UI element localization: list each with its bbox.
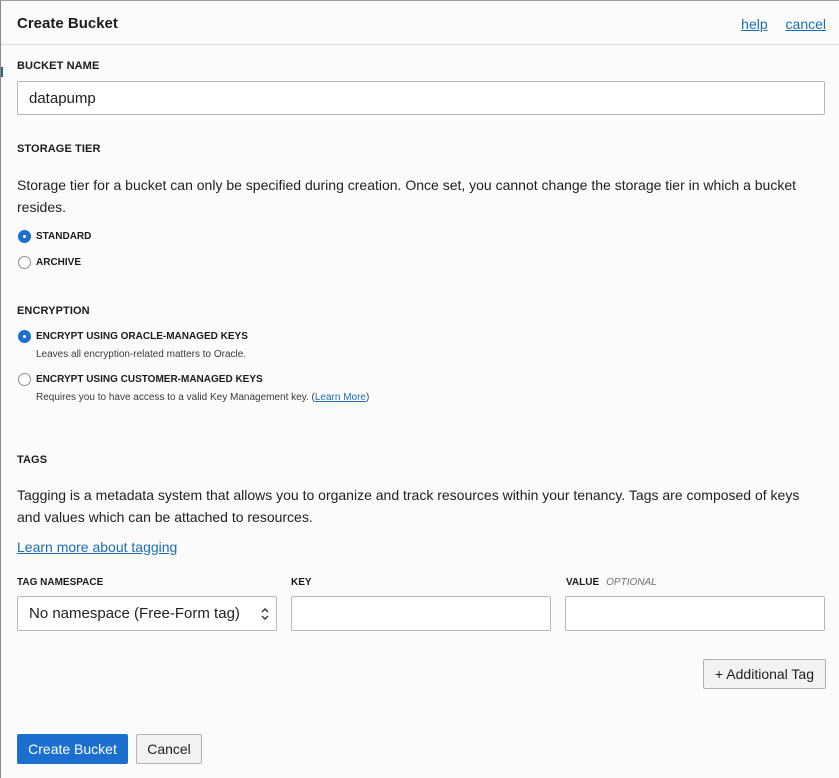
storage-tier-label: STORAGE TIER	[17, 143, 101, 155]
customer-keys-description: Requires you to have access to a valid K…	[36, 392, 369, 403]
header-links: help cancel	[727, 16, 826, 32]
archive-label: ARCHIVE	[36, 257, 82, 268]
radio-archive[interactable]	[18, 256, 31, 269]
tag-value-label: VALUE OPTIONAL	[566, 577, 657, 588]
tag-value-label-text: VALUE	[566, 577, 600, 588]
customer-keys-description-end: )	[366, 392, 370, 403]
tag-namespace-selected: No namespace (Free-Form tag)	[29, 605, 240, 622]
tag-namespace-select[interactable]: No namespace (Free-Form tag)	[17, 596, 277, 631]
create-bucket-panel: Create Bucket help cancel BUCKET NAME ST…	[0, 0, 839, 778]
tag-key-label: KEY	[291, 577, 312, 588]
panel-header: Create Bucket help cancel	[1, 1, 839, 45]
select-chevron-icon	[261, 608, 269, 620]
tag-value-input[interactable]	[565, 596, 825, 631]
tag-namespace-label: TAG NAMESPACE	[17, 577, 104, 588]
customer-keys-label: ENCRYPT USING CUSTOMER-MANAGED KEYS	[36, 374, 263, 385]
learn-more-link[interactable]: Learn More	[315, 392, 366, 403]
standard-label: STANDARD	[36, 231, 92, 242]
help-link[interactable]: help	[741, 16, 767, 32]
optional-label: OPTIONAL	[606, 577, 657, 588]
oracle-keys-description: Leaves all encryption-related matters to…	[36, 349, 247, 360]
cancel-link[interactable]: cancel	[786, 16, 826, 32]
radio-standard[interactable]	[18, 230, 31, 243]
encryption-oracle-option[interactable]: ENCRYPT USING ORACLE-MANAGED KEYS	[18, 330, 248, 343]
tags-label: TAGS	[17, 454, 48, 466]
panel-title: Create Bucket	[17, 15, 118, 32]
additional-tag-button[interactable]: + Additional Tag	[703, 659, 826, 689]
tag-key-input[interactable]	[291, 596, 551, 631]
radio-oracle-keys[interactable]	[18, 330, 31, 343]
storage-tier-archive-option[interactable]: ARCHIVE	[18, 256, 81, 269]
cancel-button[interactable]: Cancel	[136, 734, 202, 764]
customer-keys-description-text: Requires you to have access to a valid K…	[36, 392, 315, 403]
bucket-name-input[interactable]	[17, 81, 825, 115]
radio-customer-keys[interactable]	[18, 373, 31, 386]
bucket-name-label: BUCKET NAME	[17, 60, 100, 72]
oracle-keys-label: ENCRYPT USING ORACLE-MANAGED KEYS	[36, 331, 248, 342]
encryption-label: ENCRYPTION	[17, 305, 90, 317]
tags-description: Tagging is a metadata system that allows…	[17, 487, 800, 525]
learn-more-tagging-link[interactable]: Learn more about tagging	[17, 539, 177, 555]
encryption-customer-option[interactable]: ENCRYPT USING CUSTOMER-MANAGED KEYS	[18, 373, 263, 386]
create-bucket-button[interactable]: Create Bucket	[17, 734, 128, 764]
storage-tier-description: Storage tier for a bucket can only be sp…	[17, 177, 797, 215]
storage-tier-standard-option[interactable]: STANDARD	[18, 230, 91, 243]
edge-marker	[1, 67, 3, 77]
